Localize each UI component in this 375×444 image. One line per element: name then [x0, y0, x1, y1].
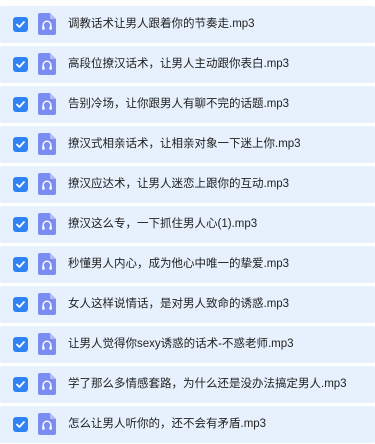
file-name: 撩汉这么专，一下抓住男人心(1).mp3	[68, 218, 258, 230]
checkbox-checked-icon[interactable]	[13, 57, 28, 72]
file-row[interactable]: 怎么让男人听你的，还不会有矛盾.mp3	[0, 406, 375, 443]
file-row[interactable]: 学了那么多情感套路，为什么还是没办法搞定男人.mp3	[0, 366, 375, 403]
checkbox-checked-icon[interactable]	[13, 17, 28, 32]
audio-file-icon	[38, 93, 56, 115]
file-row[interactable]: 让男人觉得你sexy诱惑的话术-不惑老师.mp3	[0, 326, 375, 363]
file-name: 告别冷场，让你跟男人有聊不完的话题.mp3	[68, 98, 290, 110]
file-row[interactable]: 高段位撩汉话术，让男人主动跟你表白.mp3	[0, 46, 375, 83]
file-name: 撩汉式相亲话术，让相亲对象一下迷上你.mp3	[68, 138, 301, 150]
checkbox-checked-icon[interactable]	[13, 337, 28, 352]
file-row[interactable]: 撩汉式相亲话术，让相亲对象一下迷上你.mp3	[0, 126, 375, 163]
checkbox-checked-icon[interactable]	[13, 257, 28, 272]
checkbox-checked-icon[interactable]	[13, 377, 28, 392]
checkbox-checked-icon[interactable]	[13, 97, 28, 112]
file-row[interactable]: 告别冷场，让你跟男人有聊不完的话题.mp3	[0, 86, 375, 123]
checkbox-checked-icon[interactable]	[13, 217, 28, 232]
audio-file-icon	[38, 133, 56, 155]
audio-file-icon	[38, 293, 56, 315]
file-name: 撩汉应达术，让男人迷恋上跟你的互动.mp3	[68, 178, 290, 190]
file-list: 调教话术让男人跟着你的节奏走.mp3 高段位撩汉话术，让男人主动跟你表白.mp3…	[0, 0, 375, 444]
checkbox-checked-icon[interactable]	[13, 177, 28, 192]
audio-file-icon	[38, 213, 56, 235]
file-row[interactable]: 调教话术让男人跟着你的节奏走.mp3	[0, 6, 375, 43]
file-row[interactable]: 秒懂男人内心，成为他心中唯一的挚爱.mp3	[0, 246, 375, 283]
file-name: 让男人觉得你sexy诱惑的话术-不惑老师.mp3	[68, 338, 294, 350]
file-name: 学了那么多情感套路，为什么还是没办法搞定男人.mp3	[68, 378, 347, 390]
file-name: 秒懂男人内心，成为他心中唯一的挚爱.mp3	[68, 258, 290, 270]
checkbox-checked-icon[interactable]	[13, 297, 28, 312]
file-name: 女人这样说情话，是对男人致命的诱惑.mp3	[68, 298, 290, 310]
checkbox-checked-icon[interactable]	[13, 137, 28, 152]
file-name: 怎么让男人听你的，还不会有矛盾.mp3	[68, 418, 267, 430]
audio-file-icon	[38, 333, 56, 355]
audio-file-icon	[38, 13, 56, 35]
audio-file-icon	[38, 173, 56, 195]
audio-file-icon	[38, 373, 56, 395]
file-row[interactable]: 女人这样说情话，是对男人致命的诱惑.mp3	[0, 286, 375, 323]
file-row[interactable]: 撩汉应达术，让男人迷恋上跟你的互动.mp3	[0, 166, 375, 203]
file-name: 高段位撩汉话术，让男人主动跟你表白.mp3	[68, 58, 290, 70]
audio-file-icon	[38, 53, 56, 75]
audio-file-icon	[38, 253, 56, 275]
file-name: 调教话术让男人跟着你的节奏走.mp3	[68, 18, 255, 30]
file-row[interactable]: 撩汉这么专，一下抓住男人心(1).mp3	[0, 206, 375, 243]
audio-file-icon	[38, 413, 56, 435]
checkbox-checked-icon[interactable]	[13, 417, 28, 432]
